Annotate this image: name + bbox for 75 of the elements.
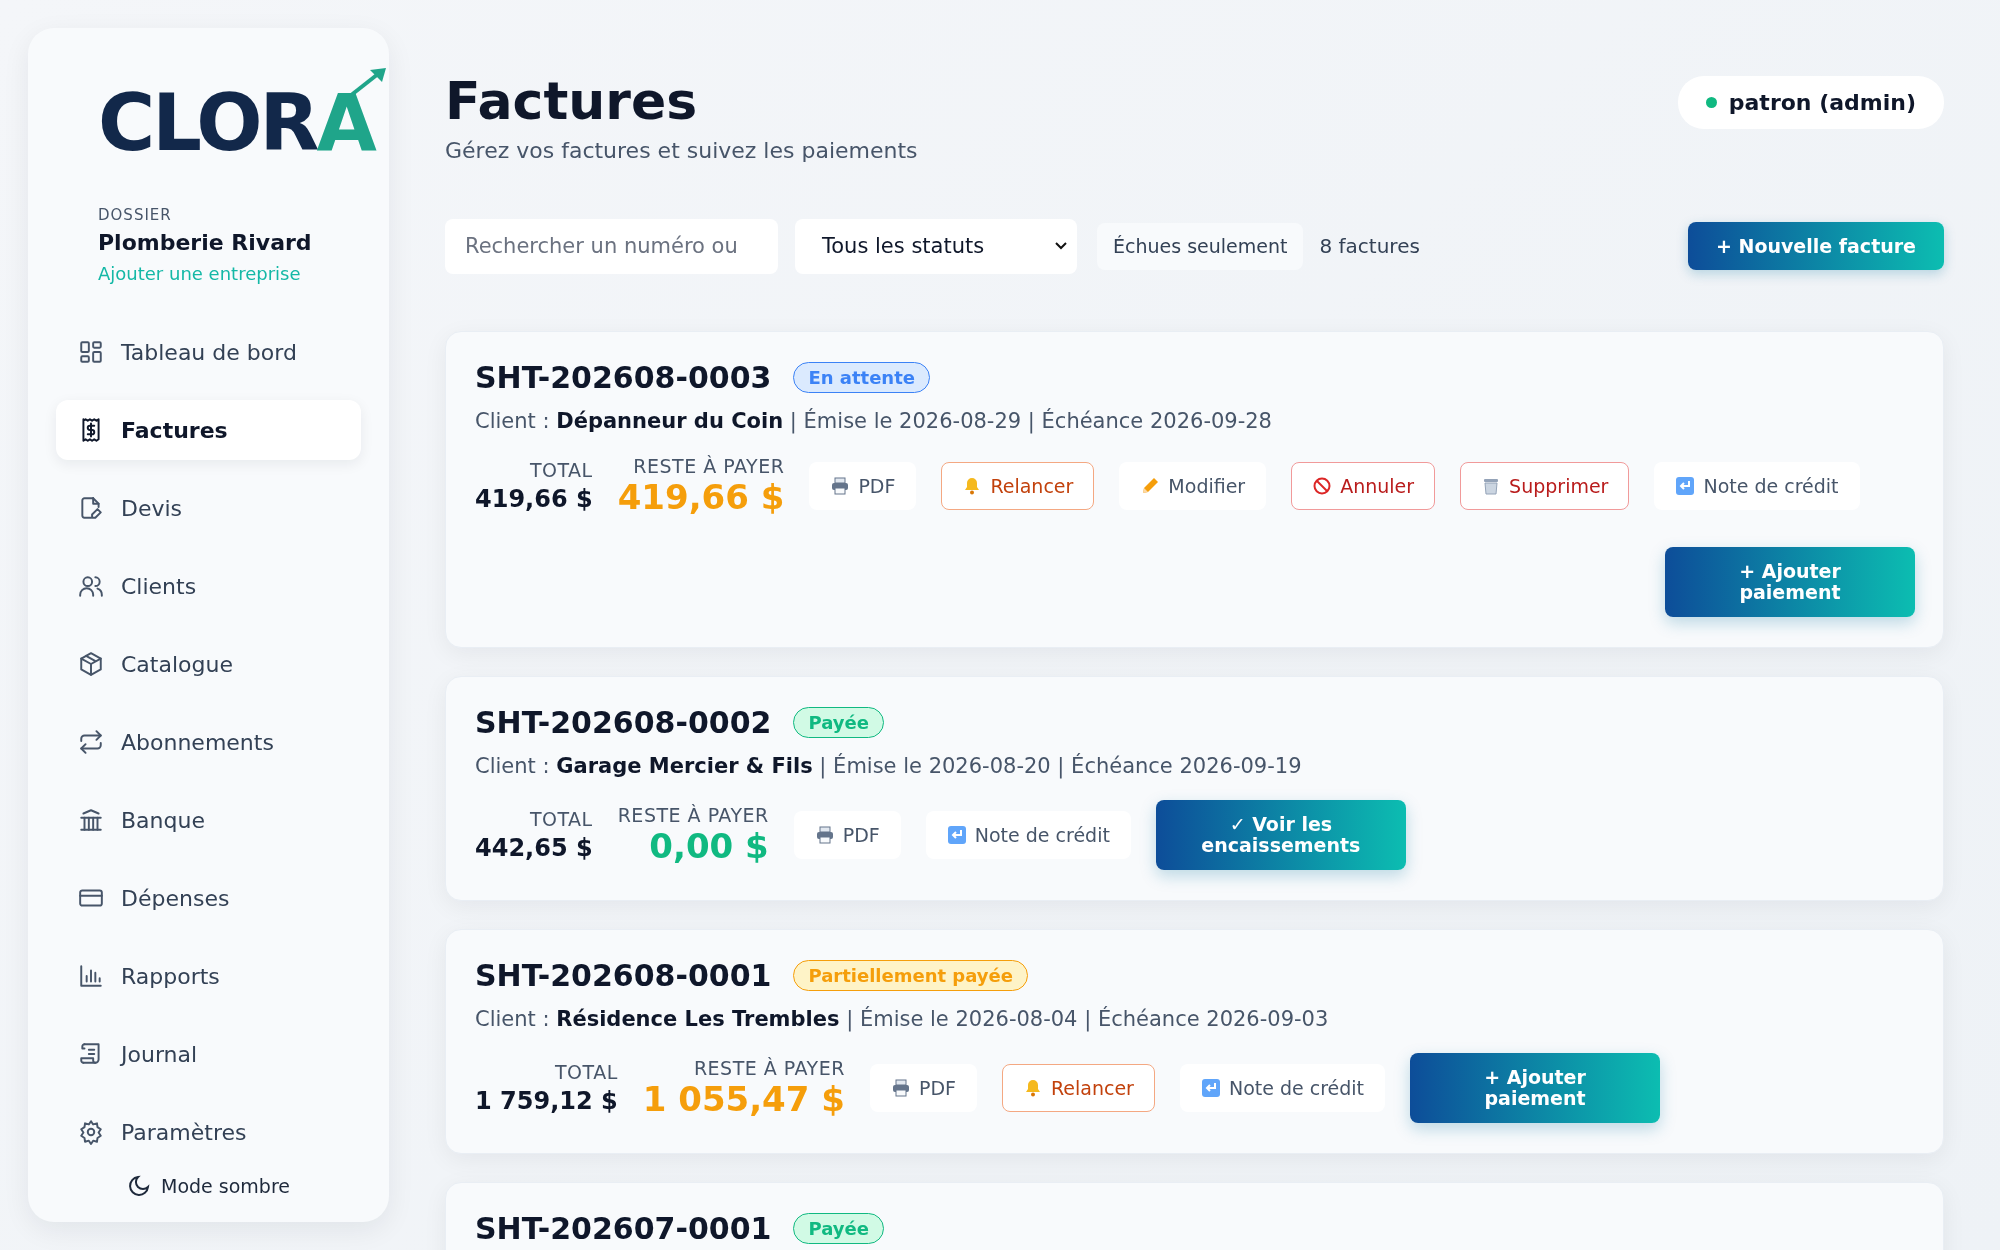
- nav-item[interactable]: Devis: [56, 478, 361, 538]
- payment-button[interactable]: + Ajouter paiement: [1410, 1052, 1661, 1123]
- pdf-button[interactable]: PDF: [809, 461, 917, 510]
- invoice-details: Client : Dépanneur du Coin | Émise le 2026-08-29 | Échéance 2026-09-28: [475, 408, 1273, 433]
- total-label: TOTAL: [529, 807, 593, 830]
- balance-label: RESTE À PAYER: [617, 803, 769, 826]
- status-badge: Payée: [793, 706, 884, 738]
- balance-label: RESTE À PAYER: [633, 454, 785, 477]
- prohibited-icon: [1312, 475, 1333, 496]
- total-label: TOTAL: [554, 1060, 618, 1083]
- nav-item[interactable]: Catalogue: [56, 634, 361, 694]
- pdf-button[interactable]: PDF: [869, 1063, 977, 1112]
- total-label: TOTAL: [529, 458, 593, 481]
- document-icon: [78, 495, 104, 521]
- nav-item[interactable]: Clients: [56, 556, 361, 616]
- logo: CLORA: [98, 68, 388, 166]
- page-subtitle: Gérez vos factures et suivez les paiements: [445, 137, 918, 163]
- balance-label: RESTE À PAYER: [693, 1056, 845, 1079]
- new-invoice-button[interactable]: + Nouvelle facture: [1687, 222, 1944, 271]
- payment-button[interactable]: + Ajouter paiement: [1665, 546, 1915, 617]
- nav-item[interactable]: Tableau de bord: [56, 322, 361, 382]
- settings-icon: [78, 1119, 104, 1145]
- payment-button[interactable]: ✓ Voir les encaissements: [1155, 799, 1406, 870]
- repeat-icon: [78, 729, 104, 755]
- remind-button[interactable]: Relancer: [941, 461, 1095, 510]
- dossier-label: DOSSIER: [98, 206, 172, 224]
- printer-icon: [814, 824, 835, 845]
- total-amount: 442,65 $: [475, 833, 593, 862]
- printer-icon: [830, 475, 851, 496]
- bank-icon: [78, 807, 104, 833]
- total-amount: 1 759,12 $: [475, 1086, 618, 1115]
- pdf-button[interactable]: PDF: [793, 810, 901, 859]
- credit-button[interactable]: Note de crédit: [1179, 1063, 1386, 1112]
- printer-icon: [890, 1077, 911, 1098]
- balance-amount: 1 055,47 $: [642, 1078, 845, 1119]
- nav-item[interactable]: Abonnements: [56, 712, 361, 772]
- status-badge: Payée: [793, 1212, 884, 1244]
- total-amount: 419,66 $: [475, 484, 593, 513]
- invoice-details: Client : Résidence Les Trembles | Émise le 2026-08-04 | Échéance 2026-09-03: [475, 1006, 1330, 1031]
- nav-item[interactable]: Dépenses: [56, 868, 361, 928]
- overdue-toggle[interactable]: Échues seulement: [1097, 222, 1304, 270]
- edit-button[interactable]: Modifier: [1119, 461, 1267, 510]
- status-badge: En attente: [793, 361, 930, 393]
- invoice-details: Client : Garage Mercier & Fils | Émise le 2026-08-20 | Échéance 2026-09-19: [475, 753, 1303, 778]
- grid-icon: [78, 339, 104, 365]
- nav-item[interactable]: Journal: [56, 1024, 361, 1084]
- balance-amount: 419,66 $: [617, 476, 785, 517]
- status-select[interactable]: Tous les statuts: [795, 218, 1077, 274]
- invoice-number: SHT-202608-0001: [475, 957, 772, 993]
- user-chip[interactable]: patron (admin): [1677, 76, 1944, 129]
- invoice-number: SHT-202607-0001: [475, 1210, 772, 1246]
- box-icon: [78, 651, 104, 677]
- page-title: Factures: [445, 70, 699, 133]
- balance-amount: 0,00 $: [649, 825, 769, 866]
- credit-button[interactable]: Note de crédit: [1654, 461, 1860, 510]
- nav-item[interactable]: Factures: [56, 400, 361, 460]
- status-badge: Partiellement payée: [793, 959, 1028, 991]
- invoice-number: SHT-202608-0003: [475, 359, 772, 395]
- delete-button[interactable]: Supprimer: [1460, 461, 1630, 510]
- nav-item[interactable]: Paramètres: [56, 1102, 361, 1162]
- invoice-number: SHT-202608-0002: [475, 704, 772, 740]
- pencil-icon: [1140, 475, 1161, 496]
- chevron-icon: [1055, 242, 1067, 251]
- bar-chart-icon: [78, 963, 104, 989]
- remind-button[interactable]: Relancer: [1001, 1063, 1155, 1112]
- invoice-count: 8 factures: [1319, 234, 1420, 259]
- nav-item[interactable]: Banque: [56, 790, 361, 850]
- moon-icon: [127, 1174, 151, 1198]
- cancel-button[interactable]: Annuler: [1291, 461, 1436, 510]
- nav-item[interactable]: Rapports: [56, 946, 361, 1006]
- dark-mode-button[interactable]: Mode sombre: [117, 1166, 300, 1206]
- search-field[interactable]: Rechercher un numéro ou: [445, 218, 778, 274]
- users-icon: [78, 573, 104, 599]
- company-name: Plomberie Rivard: [98, 230, 312, 255]
- credit-button[interactable]: Note de crédit: [925, 810, 1131, 859]
